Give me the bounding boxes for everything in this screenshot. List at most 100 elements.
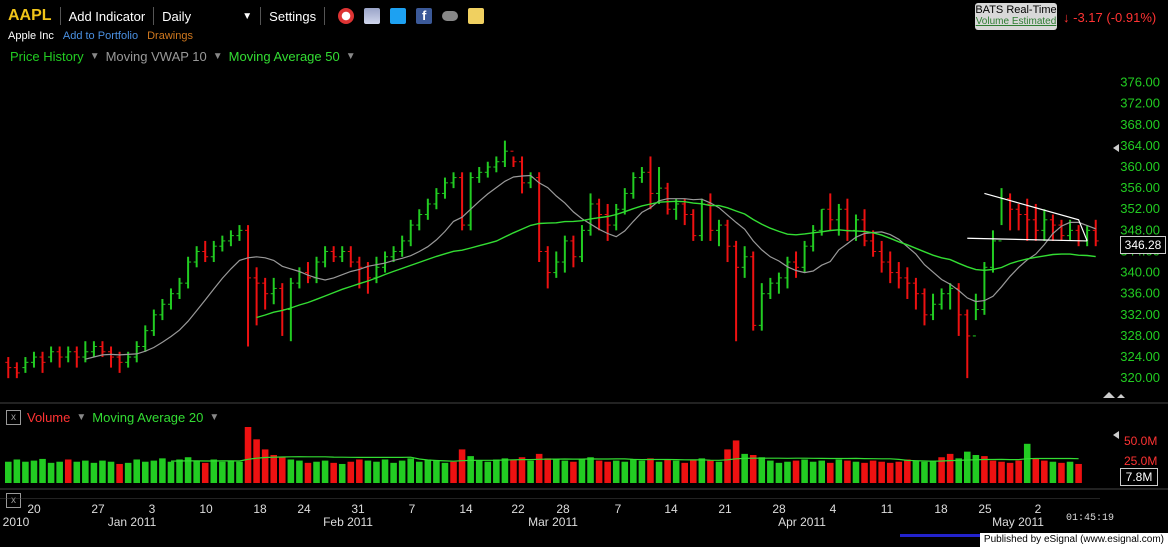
volume-bar xyxy=(801,459,808,483)
volume-bar xyxy=(484,461,492,483)
volume-bar xyxy=(818,460,825,483)
ma50-menu[interactable]: Moving Average 50 xyxy=(229,49,340,64)
volume-bar xyxy=(518,457,526,483)
volume-axis-arrow-icon xyxy=(1113,431,1119,439)
volume-bar xyxy=(416,461,423,483)
drawings-link[interactable]: Drawings xyxy=(147,30,193,42)
volume-bar xyxy=(5,461,12,483)
price-tick-label: 340.00 xyxy=(1120,265,1160,280)
volume-bar xyxy=(844,460,851,483)
volume-bar xyxy=(886,462,894,483)
volume-bar xyxy=(99,460,106,483)
x-axis: 201020 27 3 10 18 24 31 7 14 22 28 7 14 21 28 4 11 18 25 2 J… xyxy=(0,498,1100,529)
chevron-down-icon[interactable]: ▼ xyxy=(213,51,223,62)
binoculars-icon[interactable] xyxy=(442,11,459,21)
interval-select[interactable]: Daily ▼ xyxy=(162,9,252,24)
toolbar-divider xyxy=(153,7,155,25)
volume-bar xyxy=(527,460,534,483)
volume-bar xyxy=(1075,463,1082,483)
chevron-down-icon[interactable]: ▼ xyxy=(76,412,86,423)
volume-bar xyxy=(390,462,397,483)
x-tick-label: 28 xyxy=(556,502,570,516)
volume-bar xyxy=(681,462,688,483)
volume-bar xyxy=(321,460,329,483)
price-tick-label: 352.00 xyxy=(1120,201,1160,216)
price-history-menu[interactable]: Price History xyxy=(10,49,84,64)
volume-bar xyxy=(1041,460,1048,483)
vwap-menu[interactable]: Moving VWAP 10 xyxy=(106,49,207,64)
chevron-down-icon[interactable]: ▼ xyxy=(346,51,356,62)
x-month-label: Jan 2011 xyxy=(108,515,157,529)
volume-bar xyxy=(510,459,517,483)
volume-bar xyxy=(407,458,414,483)
volume-bar xyxy=(450,461,457,483)
volume-bar xyxy=(612,460,620,483)
volume-estimated-link[interactable]: Volume Estimated xyxy=(975,16,1057,28)
volume-tick-label: 25.0M xyxy=(1124,454,1157,468)
indicator-bar: Price History ▼ Moving VWAP 10 ▼ Moving … xyxy=(0,48,356,64)
volume-bar xyxy=(227,460,235,483)
realtime-badge: BATS Real-Time Volume Estimated xyxy=(975,3,1057,30)
volume-bar xyxy=(878,461,885,483)
volume-bar xyxy=(347,461,355,483)
volume-bar xyxy=(210,459,218,483)
volume-bar xyxy=(690,459,697,483)
volume-bar xyxy=(13,459,21,483)
volume-bar xyxy=(998,461,1005,483)
volume-bar xyxy=(861,462,868,483)
settings-button[interactable]: Settings xyxy=(269,9,316,24)
add-indicator-button[interactable]: Add Indicator xyxy=(69,9,146,24)
volume-tick-label: 50.0M xyxy=(1124,434,1157,448)
volume-bar xyxy=(946,453,954,483)
volume-bar xyxy=(219,461,226,483)
facebook-icon[interactable]: f xyxy=(416,8,433,24)
volume-bar xyxy=(22,461,29,483)
volume-bar xyxy=(621,461,629,483)
note-icon[interactable] xyxy=(468,8,485,24)
price-chart[interactable]: 376.00 372.00 368.00 364.00 360.00 356.00 352.… xyxy=(0,64,1168,404)
x-tick-label: 11 xyxy=(881,502,894,516)
company-name: Apple Inc xyxy=(8,30,54,42)
volume-bar xyxy=(784,461,791,483)
volume-bar xyxy=(964,451,971,483)
price-tick-label: 336.00 xyxy=(1120,286,1160,301)
volume-bar xyxy=(39,458,46,483)
volume-menu[interactable]: Volume xyxy=(27,410,70,425)
x-month-label: May 2011 xyxy=(992,515,1044,529)
chevron-down-icon[interactable]: ▼ xyxy=(90,51,100,62)
volume-bar xyxy=(1066,461,1074,483)
twitter-icon[interactable] xyxy=(390,8,407,24)
toolbar-divider xyxy=(260,7,262,25)
toolbar-divider xyxy=(59,7,61,25)
price-axis-arrow-icon xyxy=(1113,144,1119,152)
x-tick-label: 2 xyxy=(1035,502,1042,516)
volume-bar xyxy=(424,459,432,483)
volume-bar xyxy=(715,461,723,483)
x-tick-label: 22 xyxy=(511,502,525,516)
volume-bar xyxy=(1049,461,1057,483)
toolbar-divider xyxy=(324,7,326,25)
x-tick-label: 14 xyxy=(664,502,678,516)
volume-bar xyxy=(809,461,817,483)
volume-bar xyxy=(570,461,577,483)
volume-bar xyxy=(398,460,406,483)
price-change-value: -3.17 (-0.91%) xyxy=(1073,10,1157,25)
volume-bar xyxy=(116,463,123,483)
volume-bar xyxy=(698,458,706,483)
volume-bar xyxy=(73,461,81,483)
volume-ma-menu[interactable]: Moving Average 20 xyxy=(92,410,203,425)
price-tick-label: 328.00 xyxy=(1120,328,1160,343)
x-month-label: Mar 2011 xyxy=(528,515,578,529)
volume-bar xyxy=(912,460,920,483)
cylinder-icon[interactable] xyxy=(364,8,381,24)
symbol-field[interactable]: AAPL xyxy=(8,7,52,25)
add-to-portfolio-link[interactable]: Add to Portfolio xyxy=(63,30,138,42)
volume-bar xyxy=(201,462,209,483)
price-tick-label: 356.00 xyxy=(1120,180,1160,195)
close-pane-icon[interactable]: x xyxy=(6,410,21,425)
volume-bar xyxy=(364,460,372,483)
volume-bar xyxy=(176,459,183,483)
x-tick-label: 25 xyxy=(978,502,992,516)
chevron-down-icon[interactable]: ▼ xyxy=(209,412,219,423)
alarm-clock-icon[interactable] xyxy=(338,8,355,24)
